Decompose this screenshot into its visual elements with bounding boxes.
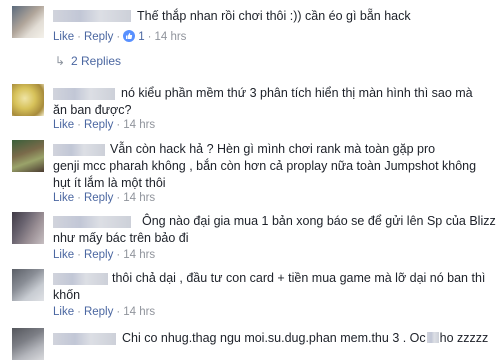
replies-count-label[interactable]: 2 Replies [71,54,121,68]
reply-link[interactable]: Reply [84,192,113,204]
comment-4: Ông nào đại gia mua 1 bản xong báo se để… [0,206,496,262]
separator: · [116,31,121,43]
reply-link[interactable]: Reply [84,31,113,43]
like-link[interactable]: Like [53,119,74,131]
comment-meta: Like · Reply · 14 hrs [53,248,155,262]
comment-text-line-2: genji mcc pharah không , bắn còn hơn cả … [53,159,477,173]
avatar[interactable] [12,6,44,38]
comment-text-line-2: như mấy bác trên bảo đi [53,231,189,245]
avatar[interactable] [12,84,44,116]
comment-meta: Like · Reply · 1 · 14 hrs [53,30,186,44]
comment-text: Thế thắp nhan rồi chơi thôi :)) cần éo g… [137,9,411,23]
redacted-mention [426,332,439,343]
separator: · [147,31,152,43]
separator: · [77,31,81,43]
separator: · [116,119,121,131]
comment-text-line-1: Ông nào đại gia mua 1 bản xong báo se để… [142,214,496,228]
timestamp[interactable]: 14 hrs [154,31,186,43]
comment-text-line-1: Vẫn còn hack hả ? Hèn gì mình chơi rank … [110,142,436,156]
comment-text-part-1: Chi co nhug.thag ngu moi.su.dug.phan mem… [122,331,426,345]
comment-text-line-2: ăn ban được? [53,103,132,117]
view-replies-link[interactable]: ↳ 2 Replies [55,54,121,68]
comment-1: Thế thắp nhan rồi chơi thôi :)) cần éo g… [0,0,496,50]
separator: · [77,249,81,261]
like-link[interactable]: Like [53,249,74,261]
reaction-count[interactable]: 1 [138,31,144,43]
reply-link[interactable]: Reply [84,249,113,261]
comment-meta: Like · Reply · 14 hrs [53,305,155,319]
commenter-name-blurred[interactable] [53,273,108,285]
separator: · [77,119,81,131]
timestamp[interactable]: 14 hrs [123,306,155,318]
comment-text-line-2: khốn [53,288,81,302]
separator: · [77,306,81,318]
commenter-name-blurred[interactable] [53,10,131,22]
comment-5: thôi chả dại , đầu tư con card + tiền mu… [0,263,496,319]
comment-3: Vẫn còn hack hả ? Hèn gì mình chơi rank … [0,134,496,204]
separator: · [116,192,121,204]
timestamp[interactable]: 14 hrs [123,119,155,131]
avatar[interactable] [12,328,44,360]
comment-text-line-3: hụt ít lắm là một thôi [53,176,166,190]
avatar[interactable] [12,140,44,172]
comment-2: nó kiểu phần mềm thứ 3 phân tích hiển th… [0,78,496,132]
commenter-name-blurred[interactable] [53,216,131,228]
comment-meta: Like · Reply · 14 hrs [53,118,155,132]
comment-meta: Like · Reply · 14 hrs [53,191,155,205]
separator: · [116,306,121,318]
reply-arrow-icon: ↳ [55,54,66,68]
like-link[interactable]: Like [53,192,74,204]
like-reaction-icon[interactable] [123,30,136,42]
comment-text-line-1: thôi chả dại , đầu tư con card + tiền mu… [112,271,486,285]
avatar[interactable] [12,269,44,301]
avatar[interactable] [12,212,44,244]
separator: · [77,192,81,204]
reply-link[interactable]: Reply [84,306,113,318]
commenter-name-blurred[interactable] [53,144,105,156]
comment-text: Chi co nhug.thag ngu moi.su.dug.phan mem… [122,329,488,347]
comment-text-line-1: nó kiểu phần mềm thứ 3 phân tích hiển th… [121,86,473,100]
commenter-name-blurred[interactable] [53,88,115,100]
like-link[interactable]: Like [53,306,74,318]
timestamp[interactable]: 14 hrs [123,192,155,204]
separator: · [116,249,121,261]
comment-text-part-2: ho zzzzz [439,331,489,345]
timestamp[interactable]: 14 hrs [123,249,155,261]
like-link[interactable]: Like [53,31,74,43]
reply-link[interactable]: Reply [84,119,113,131]
commenter-name-blurred[interactable] [53,333,116,345]
comment-6: Chi co nhug.thag ngu moi.su.dug.phan mem… [0,322,496,363]
